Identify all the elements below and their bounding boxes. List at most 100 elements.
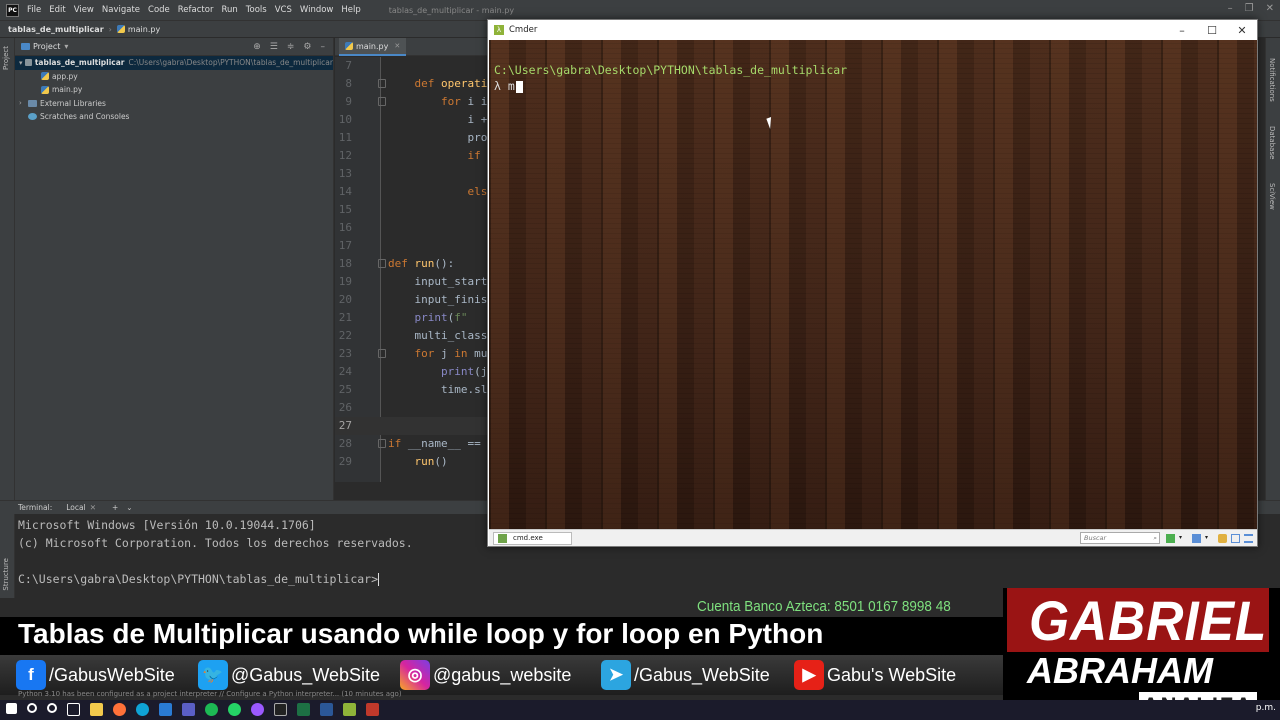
notifications-tool-tab[interactable]: Notifications <box>1268 58 1276 102</box>
fold-marker-icon[interactable] <box>378 79 386 88</box>
line-number: 9 <box>345 95 352 108</box>
code-line: 9 for i i <box>335 93 487 111</box>
menu-view[interactable]: View <box>70 5 98 15</box>
structure-tool-tab[interactable]: Structure <box>2 558 10 591</box>
mail-icon[interactable] <box>159 703 172 716</box>
spotify-icon[interactable] <box>205 703 218 716</box>
code-line: 8 def operati <box>335 75 487 93</box>
taskbar-clock[interactable]: p.m. <box>1256 703 1276 713</box>
menu-file[interactable]: File <box>23 5 45 15</box>
fold-marker-icon[interactable] <box>378 349 386 358</box>
project-panel-title[interactable]: Project <box>33 42 60 51</box>
tree-root[interactable]: ▾ tablas_de_multiplicar C:\Users\gabra\D… <box>15 56 333 70</box>
chevron-down-icon[interactable]: ⌄ <box>126 503 132 512</box>
scratches-icon <box>28 113 37 121</box>
menu-help[interactable]: Help <box>337 5 364 15</box>
close-tab-icon[interactable]: ✕ <box>90 503 96 512</box>
code-line: 23 for j in mu <box>335 345 487 363</box>
expand-all-icon[interactable]: ☰ <box>270 42 278 52</box>
word-icon[interactable] <box>320 703 333 716</box>
whatsapp-icon[interactable] <box>228 703 241 716</box>
tree-scratches[interactable]: Scratches and Consoles <box>15 110 333 124</box>
database-tool-tab[interactable]: Database <box>1268 126 1276 159</box>
line-number: 27 <box>338 419 352 432</box>
project-tool-tab[interactable]: Project <box>2 46 10 70</box>
social-label: /Gabus_WebSite <box>634 664 770 685</box>
tree-file-main[interactable]: main.py <box>15 83 333 97</box>
code-line: 21 print(f" <box>335 309 487 327</box>
menu-tools[interactable]: Tools <box>242 5 271 15</box>
tree-root-name: tablas_de_multiplicar <box>34 58 125 68</box>
code-editor[interactable]: 78 def operati 9 for i i 10 i +11 pro 12 if… <box>335 57 487 482</box>
left-tool-strip: Project Structure <box>0 38 15 598</box>
breadcrumb-file[interactable]: main.py <box>128 25 160 34</box>
editor-tab-bar: main.py ✕ <box>335 38 487 56</box>
messenger-icon[interactable] <box>251 703 264 716</box>
sciview-tool-tab[interactable]: SciView <box>1268 183 1276 210</box>
app-icon[interactable] <box>366 703 379 716</box>
menu-vcs[interactable]: VCS <box>271 5 296 15</box>
brand-first-name: GABRIEL <box>1029 589 1268 652</box>
tree-file-app[interactable]: app.py <box>15 70 333 84</box>
chevron-down-icon[interactable]: ▾ <box>1205 534 1214 543</box>
close-icon[interactable]: ✕ <box>1227 24 1257 37</box>
line-number: 13 <box>338 167 352 180</box>
project-view-icon <box>21 43 30 50</box>
menu-window[interactable]: Window <box>296 5 338 15</box>
ide-window-title: tablas_de_multiplicar - main.py <box>388 5 515 15</box>
chevron-down-icon[interactable]: ▾ <box>64 42 68 51</box>
tree-external-libraries[interactable]: › External Libraries <box>15 97 333 111</box>
cmder-console[interactable]: C:\Users\gabra\Desktop\PYTHON\tablas_de_… <box>489 40 1257 529</box>
hide-icon[interactable]: – <box>321 42 326 52</box>
fold-marker-icon[interactable] <box>378 259 386 268</box>
chevron-down-icon[interactable]: ▾ <box>1179 534 1188 543</box>
cmder-titlebar[interactable]: λ Cmder – ☐ ✕ <box>488 20 1257 40</box>
window-icon[interactable] <box>1231 533 1240 543</box>
task-view-icon[interactable] <box>67 703 80 716</box>
teams-icon[interactable] <box>182 703 195 716</box>
ide-restore-icon[interactable]: ❐ <box>1245 3 1254 14</box>
close-tab-icon[interactable]: ✕ <box>394 42 400 50</box>
gear-icon[interactable]: ⚙ <box>303 42 311 52</box>
video-title-banner: Tablas de Multiplicar usando while loop … <box>0 617 1003 655</box>
menu-icon[interactable] <box>1244 533 1253 543</box>
fold-marker-icon[interactable] <box>378 97 386 106</box>
plus-icon[interactable]: + <box>112 503 118 512</box>
search-icon[interactable]: ⌕ <box>1153 534 1157 543</box>
pycharm-taskbar-icon[interactable] <box>274 703 287 716</box>
cmder-search-input[interactable]: Buscar ⌕ <box>1080 532 1160 544</box>
lock-icon[interactable] <box>1218 533 1227 543</box>
maximize-icon[interactable]: ☐ <box>1197 24 1227 37</box>
locate-icon[interactable]: ⊕ <box>253 42 261 52</box>
cmder-tab-cmd[interactable]: cmd.exe <box>493 531 572 545</box>
windows-start-icon[interactable] <box>6 703 17 714</box>
line-number: 21 <box>338 311 352 324</box>
menu-run[interactable]: Run <box>217 5 241 15</box>
firefox-icon[interactable] <box>113 703 126 716</box>
edge-icon[interactable] <box>136 703 149 716</box>
breadcrumb-project[interactable]: tablas_de_multiplicar <box>8 25 104 34</box>
terminal-tab-local[interactable]: Local <box>66 503 85 512</box>
collapse-all-icon[interactable]: ≑ <box>287 42 295 52</box>
minimize-icon[interactable]: – <box>1167 24 1197 37</box>
menu-edit[interactable]: Edit <box>45 5 69 15</box>
cmder-toolbar-icons: ▾ ▾ <box>1166 533 1253 543</box>
menu-navigate[interactable]: Navigate <box>98 5 144 15</box>
ide-minimize-icon[interactable]: – <box>1228 3 1233 14</box>
menu-code[interactable]: Code <box>144 5 174 15</box>
new-console-icon[interactable] <box>1166 533 1175 543</box>
ide-close-icon[interactable]: ✕ <box>1266 3 1274 14</box>
excel-icon[interactable] <box>297 703 310 716</box>
expand-arrow-icon[interactable]: › <box>19 99 28 107</box>
cmder-taskbar-icon[interactable] <box>343 703 356 716</box>
folder-icon[interactable] <box>90 703 103 716</box>
folder-icon <box>25 59 32 67</box>
tab-main-py[interactable]: main.py ✕ <box>339 38 407 56</box>
search-icon[interactable] <box>27 703 37 713</box>
fold-marker-icon[interactable] <box>378 439 386 448</box>
menu-refactor[interactable]: Refactor <box>174 5 218 15</box>
pycharm-logo-icon[interactable]: PC <box>6 3 19 17</box>
console-icon <box>498 533 507 543</box>
split-icon[interactable] <box>1192 533 1201 543</box>
cortana-icon[interactable] <box>47 703 57 713</box>
